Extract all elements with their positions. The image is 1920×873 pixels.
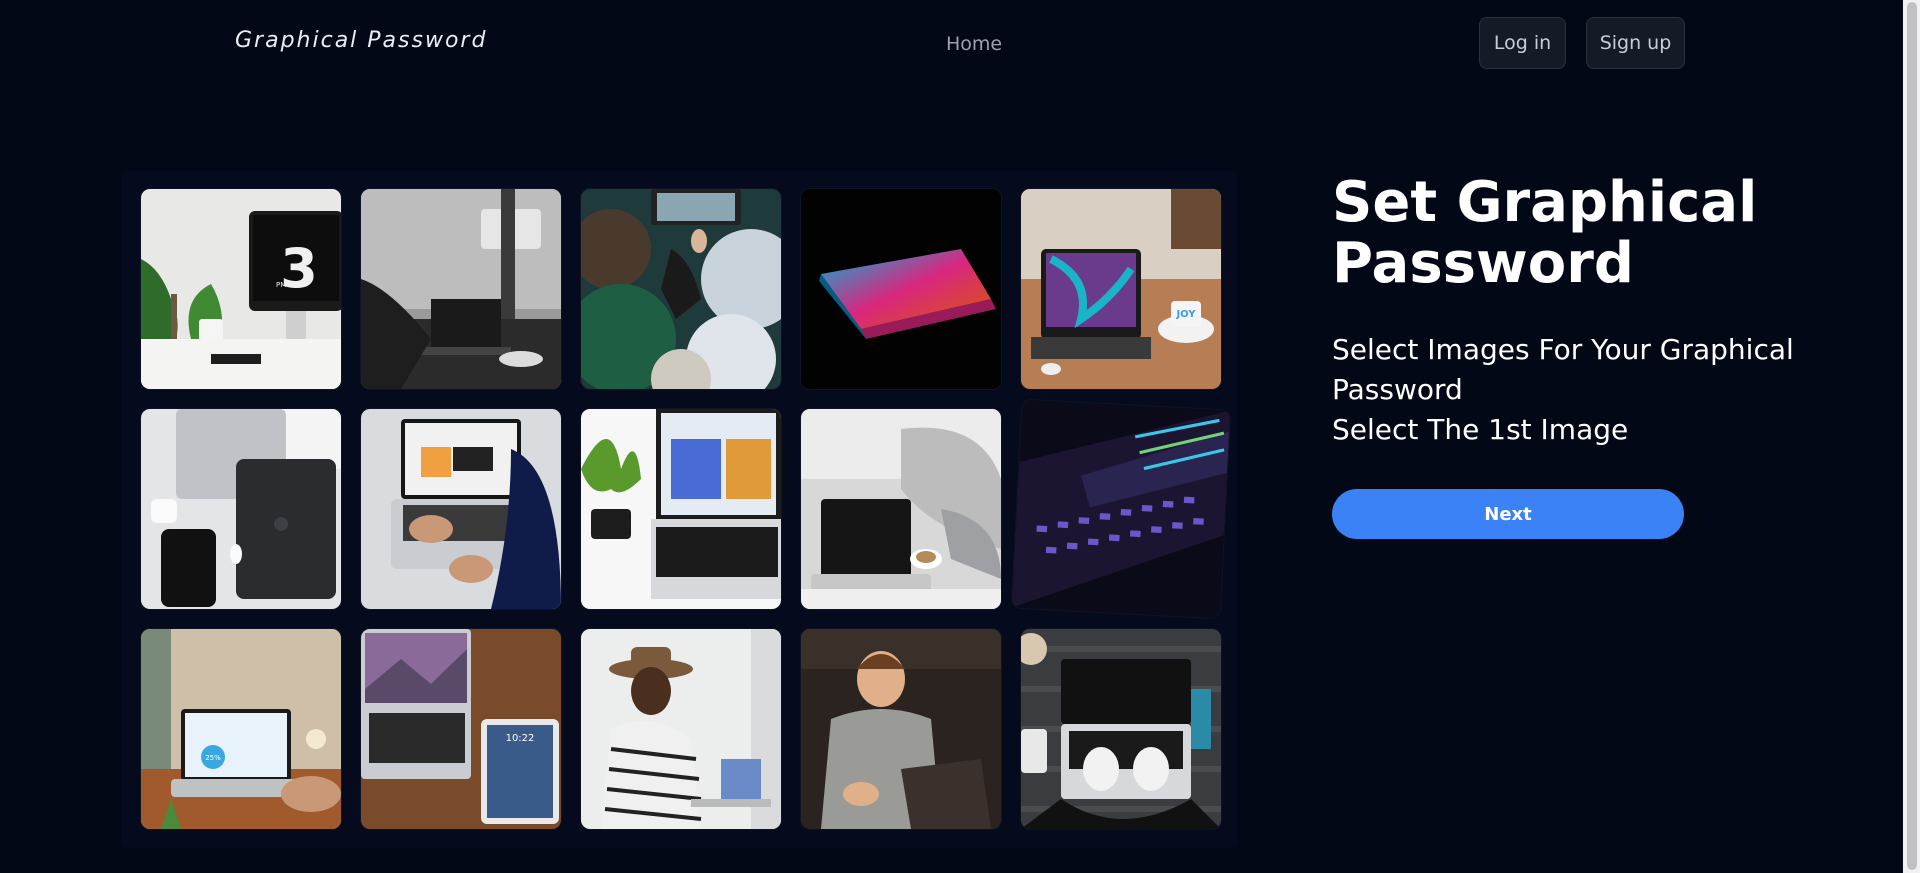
page-title: Set Graphical Password xyxy=(1332,170,1758,296)
svg-text:JOY: JOY xyxy=(1175,309,1196,320)
brand-logo[interactable]: Graphical Password xyxy=(235,28,487,53)
image-tile-13[interactable] xyxy=(581,629,781,829)
laptop-plant-white-image xyxy=(581,409,781,609)
scrollbar-thumb[interactable] xyxy=(1907,2,1917,870)
image-tile-5[interactable]: JOY xyxy=(1021,189,1221,389)
image-grid: 3 PM JOY 25% 10:22 xyxy=(121,171,1238,848)
image-tile-14[interactable] xyxy=(801,629,1001,829)
login-button[interactable]: Log in xyxy=(1479,17,1566,69)
image-tile-12[interactable]: 10:22 xyxy=(361,629,561,829)
ipad-clock: 10:22 xyxy=(506,733,535,744)
image-tile-1[interactable]: 3 PM xyxy=(141,189,341,389)
scrollbar[interactable] xyxy=(1903,0,1920,873)
image-tile-3[interactable] xyxy=(581,189,781,389)
signup-button[interactable]: Sign up xyxy=(1586,17,1685,69)
clock-digit: 3 xyxy=(280,237,318,300)
image-tile-2[interactable] xyxy=(361,189,561,389)
instructions: Select Images For Your Graphical Passwor… xyxy=(1332,330,1802,450)
knit-blanket-tablet-image xyxy=(581,189,781,389)
cafe-laptop-bw-image xyxy=(361,189,561,389)
laptop-bed-coffee-image xyxy=(801,409,1001,609)
image-tile-9[interactable] xyxy=(801,409,1001,609)
code-keyboard-purple-image xyxy=(1011,399,1231,619)
macbook-ipad-wood-image: 10:22 xyxy=(361,629,561,829)
image-tile-11[interactable]: 25% xyxy=(141,629,341,829)
smiling-man-laptop-image xyxy=(801,629,1001,829)
image-tile-7[interactable] xyxy=(361,409,561,609)
screen-percent: 25% xyxy=(205,754,221,762)
next-button[interactable]: Next xyxy=(1332,489,1684,539)
instructions-line-1: Select Images For Your Graphical Passwor… xyxy=(1332,333,1794,406)
hands-macbook-image xyxy=(361,409,561,609)
ipad-coffee-image: JOY xyxy=(1021,189,1221,389)
nav-home-link[interactable]: Home xyxy=(946,33,1002,55)
image-tile-15[interactable] xyxy=(1021,629,1221,829)
image-tile-6[interactable] xyxy=(141,409,341,609)
apple-devices-flatlay-image xyxy=(141,409,341,609)
image-tile-4[interactable] xyxy=(801,189,1001,389)
image-tile-10[interactable] xyxy=(1011,399,1231,619)
page: Graphical Password Home Log in Sign up 3… xyxy=(0,0,1920,873)
image-tile-8[interactable] xyxy=(581,409,781,609)
laptop-dashboard-desk-image: 25% xyxy=(141,629,341,829)
instructions-line-2: Select The 1st Image xyxy=(1332,413,1629,446)
neon-laptop-image xyxy=(801,189,1001,389)
overhead-laptop-typing-image xyxy=(1021,629,1221,829)
desk-imac-image: 3 PM xyxy=(141,189,341,389)
man-hat-laptop-image xyxy=(581,629,781,829)
clock-pm: PM xyxy=(276,281,286,289)
